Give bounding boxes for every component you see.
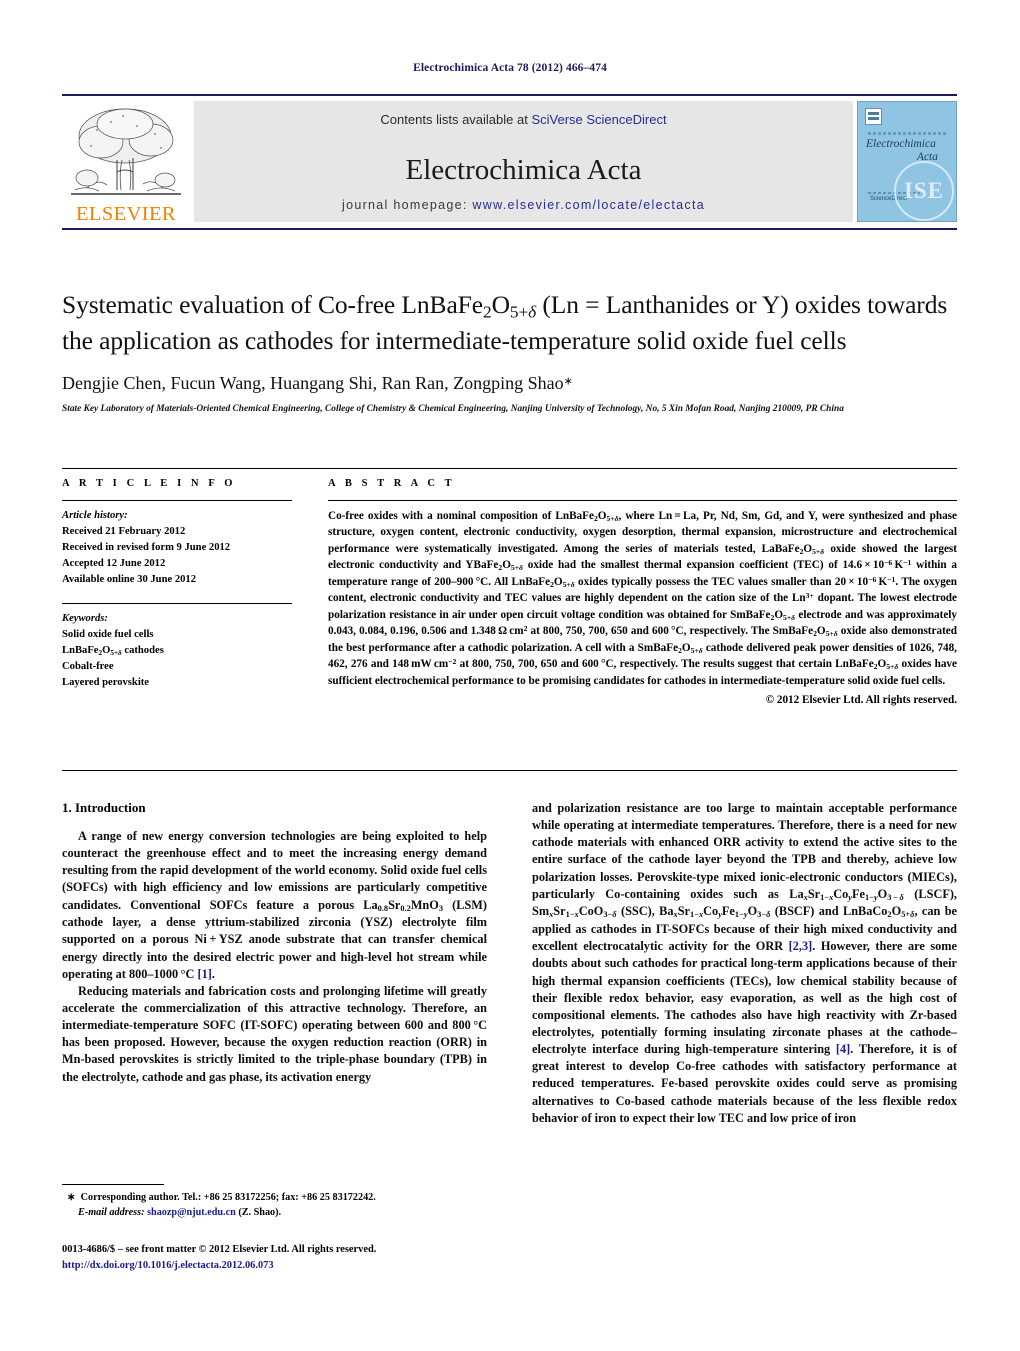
abstract-rule: [328, 500, 957, 501]
doi-link[interactable]: http://dx.doi.org/10.1016/j.electacta.20…: [62, 1258, 562, 1274]
journal-cover-thumbnail[interactable]: Electrochimica Acta ScienceDirect ISE: [857, 101, 957, 222]
cover-elsevier-icon: [865, 108, 882, 125]
cover-name-line2: Acta: [916, 151, 938, 164]
journal-homepage-line: journal homepage: www.elsevier.com/locat…: [194, 198, 853, 212]
footnote-star: ∗: [67, 1192, 76, 1203]
affiliation: State Key Laboratory of Materials-Orient…: [62, 404, 844, 415]
citation-link[interactable]: [4]: [836, 1042, 850, 1056]
running-head: Electrochimica Acta 78 (2012) 466–474: [413, 62, 607, 74]
divider-above-abstract: [62, 468, 957, 469]
paragraph: A range of new energy conversion technol…: [62, 829, 487, 981]
article-info-heading: A R T I C L E I N F O: [62, 478, 237, 489]
article-info-column: A R T I C L E I N F O Article history: R…: [62, 478, 314, 706]
footnote-divider: [62, 1184, 164, 1185]
page-title: Systematic evaluation of Co-free LnBaFe2…: [62, 290, 948, 355]
sciencedirect-link[interactable]: SciVerse ScienceDirect: [531, 112, 666, 127]
history-item: Received 21 February 2012: [62, 525, 186, 537]
citation-link[interactable]: [2,3]: [789, 939, 813, 953]
elsevier-wordmark: ELSEVIER: [76, 203, 176, 225]
journal-masthead: ELSEVIER Contents lists available at Sci…: [62, 94, 957, 230]
citation-link[interactable]: [1]: [197, 967, 211, 981]
section-heading-introduction: 1. Introduction: [62, 800, 146, 815]
footnote-block: ∗ Corresponding author. Tel.: +86 25 831…: [62, 1190, 492, 1221]
paragraph: Reducing materials and fabrication costs…: [62, 983, 487, 1084]
keyword-item: LnBaFe2O5+δ cathodes: [62, 645, 164, 658]
keyword-item: Layered perovskite: [62, 677, 149, 689]
history-item: Received in revised form 9 June 2012: [62, 541, 231, 553]
issn-copyright-line: 0013-4686/$ – see front matter © 2012 El…: [62, 1244, 377, 1255]
ise-society-logo-icon: ISE: [894, 161, 954, 221]
corresponding-author-note: ∗ Corresponding author. Tel.: +86 25 831…: [62, 1190, 492, 1205]
email-link[interactable]: shaozp@njut.edu.cn: [147, 1207, 236, 1218]
paper-page: Electrochimica Acta 78 (2012) 466–474 EL…: [0, 0, 1020, 1351]
body-left-column: 1. Introduction A range of new energy co…: [62, 800, 487, 1127]
author-names: Dengjie Chen, Fucun Wang, Huangang Shi, …: [62, 373, 564, 394]
colophon-block: 0013-4686/$ – see front matter © 2012 El…: [62, 1242, 562, 1273]
keyword-item: Solid oxide fuel cells: [62, 629, 154, 641]
homepage-prefix-text: journal homepage:: [342, 198, 473, 212]
article-history-label: Article history:: [62, 510, 128, 521]
corresponding-author-text: Corresponding author. Tel.: +86 25 83172…: [80, 1192, 376, 1203]
abstract-copyright: © 2012 Elsevier Ltd. All rights reserved…: [765, 694, 957, 707]
author-list: Dengjie Chen, Fucun Wang, Huangang Shi, …: [62, 373, 957, 394]
journal-homepage-link[interactable]: www.elsevier.com/locate/electacta: [472, 198, 705, 212]
paragraph: and polarization resistance are too larg…: [532, 801, 958, 1125]
contents-available-line: Contents lists available at SciVerse Sci…: [194, 112, 853, 127]
cover-journal-name: Electrochimica Acta: [866, 138, 950, 164]
keywords-label: Keywords:: [62, 613, 108, 625]
body-columns: 1. Introduction A range of new energy co…: [62, 800, 957, 1127]
cover-rule-top: [868, 132, 946, 135]
email-label: E-mail address:: [78, 1207, 145, 1219]
elsevier-logo: ELSEVIER: [62, 96, 190, 228]
contents-banner: Contents lists available at SciVerse Sci…: [194, 101, 853, 222]
divider-below-abstract: [62, 770, 957, 771]
body-right-column: and polarization resistance are too larg…: [532, 800, 957, 1127]
corresponding-author-marker: ∗: [563, 375, 573, 388]
journal-title: Electrochimica Acta: [405, 154, 642, 186]
email-note: E-mail address: shaozp@njut.edu.cn (Z. S…: [62, 1205, 492, 1220]
abstract-heading: A B S T R A C T: [328, 478, 456, 489]
history-item: Available online 30 June 2012: [62, 573, 197, 585]
email-suffix: (Z. Shao).: [238, 1207, 282, 1219]
info-abstract-region: A R T I C L E I N F O Article history: R…: [62, 478, 957, 706]
elsevier-tree-icon: [67, 102, 185, 206]
contents-prefix-text: Contents lists available at: [380, 112, 532, 127]
keyword-item: Cobalt-free: [62, 661, 114, 673]
cover-name-line1: Electrochimica: [866, 138, 936, 150]
title-block: Systematic evaluation of Co-free LnBaFe2…: [62, 288, 957, 417]
history-item: Accepted 12 June 2012: [62, 557, 166, 569]
keywords-rule: [62, 603, 292, 605]
article-info-rule: [62, 500, 292, 501]
keywords-list: Solid oxide fuel cells LnBaFe2O5+δ catho…: [62, 627, 292, 691]
article-history-list: Received 21 February 2012 Received in re…: [62, 524, 292, 588]
abstract-column: A B S T R A C T Co-free oxides with a no…: [314, 478, 957, 706]
abstract-text: Co-free oxides with a nominal compositio…: [328, 510, 958, 687]
